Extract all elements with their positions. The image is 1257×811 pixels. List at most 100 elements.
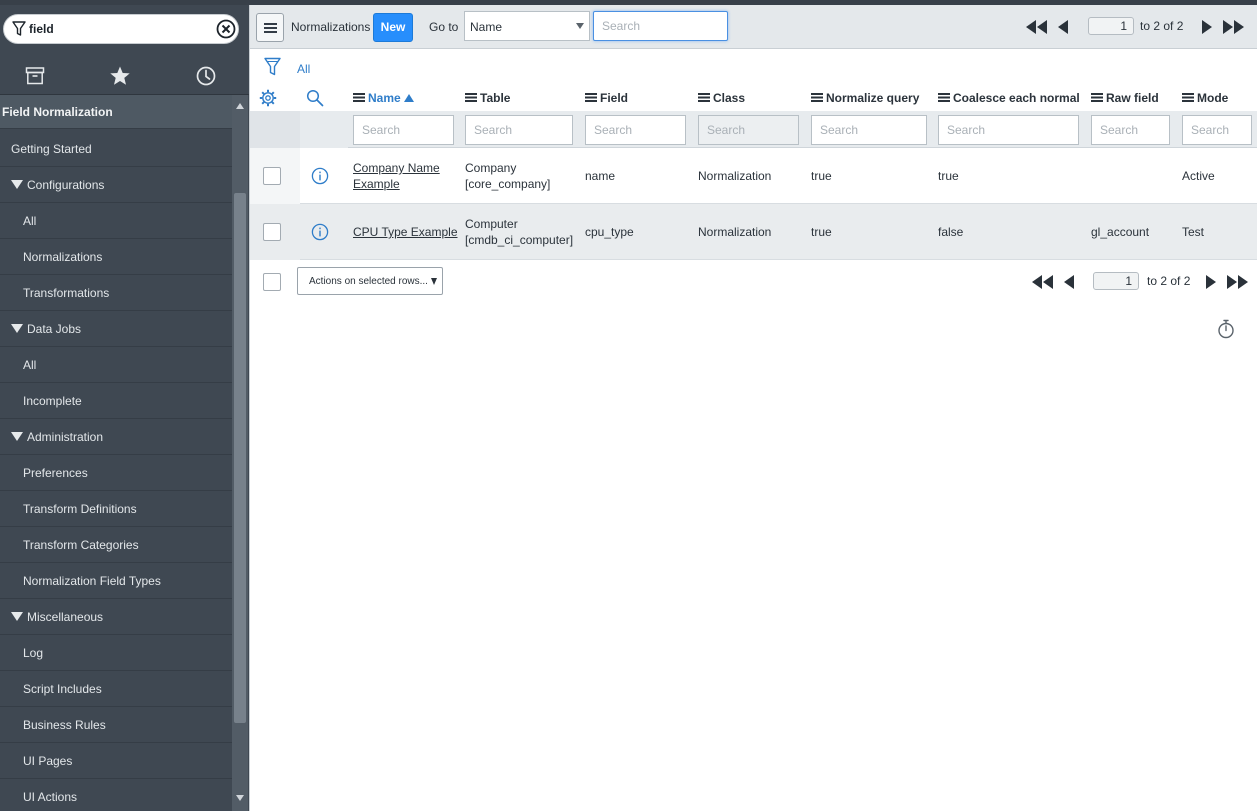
- column-search-input[interactable]: [938, 115, 1079, 145]
- last-page-button[interactable]: [1227, 275, 1249, 289]
- record-name-link[interactable]: CPU Type Example: [353, 224, 458, 240]
- nav-module[interactable]: Normalizations: [0, 239, 232, 275]
- column-header-label: Name: [368, 91, 401, 105]
- nav-module[interactable]: Log: [0, 635, 232, 671]
- scroll-down-arrow-icon[interactable]: [236, 795, 244, 801]
- triangle-down-icon[interactable]: [11, 180, 23, 190]
- goto-field-select[interactable]: Name: [464, 11, 590, 41]
- navigator-filter-input[interactable]: field: [3, 14, 239, 44]
- breadcrumb-all-link[interactable]: All: [297, 62, 310, 76]
- column-header[interactable]: Raw field: [1091, 91, 1159, 105]
- nav-module[interactable]: Preferences: [0, 455, 232, 491]
- nav-module[interactable]: Getting Started: [0, 131, 232, 167]
- archive-icon: [25, 67, 45, 85]
- column-menu-icon[interactable]: [1091, 93, 1103, 103]
- filter-icon[interactable]: [264, 57, 281, 77]
- tab-favorites[interactable]: [109, 65, 131, 87]
- nav-section[interactable]: Configurations: [0, 167, 232, 203]
- raw-field-cell: gl_account: [1091, 225, 1150, 239]
- next-page-button[interactable]: [1201, 20, 1212, 34]
- column-search-input[interactable]: [353, 115, 454, 145]
- application-title[interactable]: Field Normalization: [0, 95, 232, 129]
- column-header[interactable]: Coalesce each normal: [938, 91, 1080, 105]
- nav-module[interactable]: Normalization Field Types: [0, 563, 232, 599]
- nav-module[interactable]: Transform Definitions: [0, 491, 232, 527]
- clear-filter-icon[interactable]: [216, 19, 236, 39]
- nav-module[interactable]: UI Actions: [0, 779, 232, 811]
- stopwatch-icon[interactable]: [1217, 319, 1235, 339]
- column-search-input[interactable]: [1091, 115, 1170, 145]
- tab-all-apps[interactable]: [24, 65, 46, 87]
- column-menu-icon[interactable]: [585, 93, 597, 103]
- navigator-scrollbar[interactable]: [232, 95, 248, 811]
- column-search-input[interactable]: [698, 115, 799, 145]
- page-number-input[interactable]: 1: [1088, 17, 1134, 35]
- column-header-label: Mode: [1197, 91, 1229, 105]
- row-checkbox[interactable]: [263, 223, 281, 241]
- page-number-input[interactable]: 1: [1093, 272, 1139, 290]
- column-header[interactable]: Name: [353, 91, 414, 105]
- column-header[interactable]: Table: [465, 91, 510, 105]
- last-page-button[interactable]: [1223, 20, 1245, 34]
- scroll-up-arrow-icon[interactable]: [236, 103, 244, 109]
- select-all-checkbox[interactable]: [263, 273, 281, 291]
- nav-section[interactable]: Administration: [0, 419, 232, 455]
- column-menu-icon[interactable]: [1182, 93, 1194, 103]
- chevron-down-icon: [576, 23, 584, 29]
- column-menu-icon[interactable]: [353, 93, 365, 103]
- table-cell-name: [cmdb_ci_computer]: [465, 233, 574, 247]
- triangle-down-icon[interactable]: [11, 612, 23, 622]
- chevron-down-icon: [431, 278, 437, 285]
- previous-page-icon: [1058, 20, 1068, 34]
- tab-history[interactable]: [195, 65, 217, 87]
- new-button[interactable]: New: [373, 13, 413, 42]
- goto-search-input[interactable]: [593, 11, 728, 41]
- previous-page-button[interactable]: [1058, 20, 1069, 34]
- column-header[interactable]: Class: [698, 91, 745, 105]
- column-search-input[interactable]: [585, 115, 686, 145]
- nav-module[interactable]: Incomplete: [0, 383, 232, 419]
- nav-item-label: Field Normalization: [2, 105, 113, 119]
- nav-item-label: Data Jobs: [27, 322, 82, 336]
- column-search-input[interactable]: [811, 115, 927, 145]
- nav-module[interactable]: Transform Categories: [0, 527, 232, 563]
- nav-module[interactable]: All: [0, 347, 232, 383]
- column-header[interactable]: Normalize query: [811, 91, 919, 105]
- triangle-down-icon[interactable]: [11, 324, 23, 334]
- actions-on-selected-rows-select[interactable]: Actions on selected rows...: [297, 267, 443, 295]
- previous-page-button[interactable]: [1064, 275, 1075, 289]
- pagination-top: 1 to 2 of 2: [1026, 17, 1250, 37]
- field-cell: name: [585, 169, 616, 183]
- nav-module[interactable]: UI Pages: [0, 743, 232, 779]
- scrollbar-thumb[interactable]: [234, 193, 246, 723]
- column-header[interactable]: Field: [585, 91, 628, 105]
- next-page-button[interactable]: [1205, 275, 1216, 289]
- info-icon[interactable]: [311, 223, 329, 241]
- column-header-label: Coalesce each normal: [953, 91, 1080, 105]
- nav-module[interactable]: Script Includes: [0, 671, 232, 707]
- nav-item-label: Business Rules: [23, 718, 106, 732]
- column-search-input[interactable]: [465, 115, 573, 145]
- column-header[interactable]: Mode: [1182, 91, 1228, 105]
- column-menu-icon[interactable]: [698, 93, 710, 103]
- first-page-button[interactable]: [1032, 275, 1054, 289]
- triangle-down-icon[interactable]: [11, 432, 23, 442]
- nav-module[interactable]: All: [0, 203, 232, 239]
- column-search-input[interactable]: [1182, 115, 1252, 145]
- column-menu-icon[interactable]: [811, 93, 823, 103]
- nav-section[interactable]: Data Jobs: [0, 311, 232, 347]
- info-icon[interactable]: [311, 167, 329, 185]
- normalize-query-cell: true: [811, 225, 832, 239]
- table-cell: Company: [465, 161, 517, 175]
- list-context-menu-button[interactable]: [256, 13, 284, 42]
- column-menu-icon[interactable]: [465, 93, 477, 103]
- nav-module[interactable]: Transformations: [0, 275, 232, 311]
- nav-module[interactable]: Business Rules: [0, 707, 232, 743]
- breadcrumb: All: [250, 49, 1257, 81]
- record-name-link-line2[interactable]: Example: [353, 176, 400, 192]
- row-checkbox[interactable]: [263, 167, 281, 185]
- record-name-link[interactable]: Company Name: [353, 160, 440, 176]
- column-menu-icon[interactable]: [938, 93, 950, 103]
- first-page-button[interactable]: [1026, 20, 1048, 34]
- nav-section[interactable]: Miscellaneous: [0, 599, 232, 635]
